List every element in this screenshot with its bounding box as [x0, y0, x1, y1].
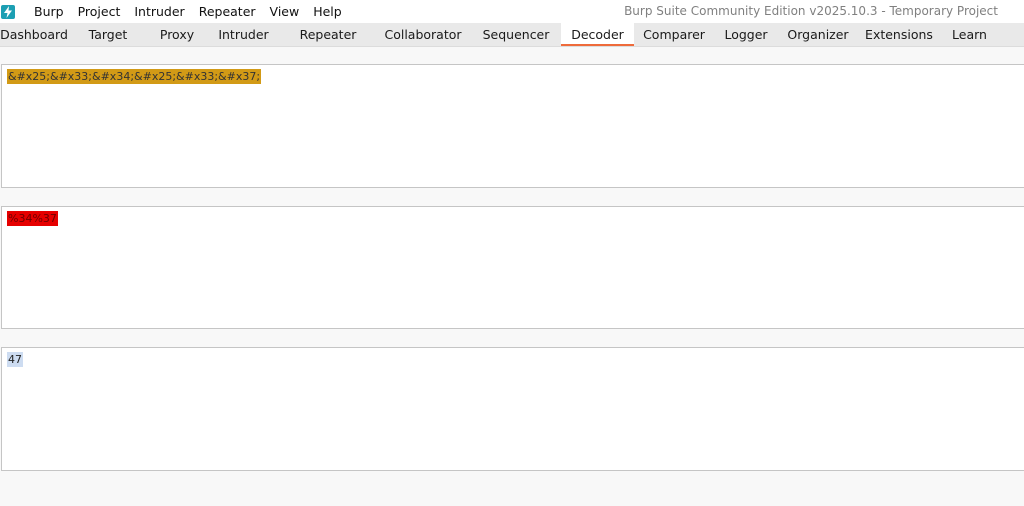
window-title: Burp Suite Community Edition v2025.10.3 …: [624, 4, 998, 18]
main-tab-bar: Dashboard Target Proxy Intruder Repeater…: [0, 23, 1024, 47]
menu-intruder[interactable]: Intruder: [127, 0, 191, 23]
tab-intruder[interactable]: Intruder: [206, 23, 281, 46]
tab-repeater[interactable]: Repeater: [281, 23, 375, 46]
menu-bar: Burp Project Intruder Repeater View Help…: [0, 0, 1024, 23]
decoder-output-panel-1[interactable]: %34%37: [1, 206, 1024, 329]
menu-help[interactable]: Help: [306, 0, 349, 23]
decoder-text-url-encoded[interactable]: %34%37: [7, 211, 58, 226]
tab-comparer[interactable]: Comparer: [634, 23, 714, 46]
menu-burp[interactable]: Burp: [27, 0, 71, 23]
menu-view[interactable]: View: [263, 0, 307, 23]
decoder-input-panel[interactable]: &#x25;&#x33;&#x34;&#x25;&#x33;&#x37;: [1, 64, 1024, 188]
decoder-output-panel-2[interactable]: 47: [1, 347, 1024, 471]
tab-decoder[interactable]: Decoder: [561, 23, 634, 46]
burp-suite-window: Burp Project Intruder Repeater View Help…: [0, 0, 1024, 506]
decoder-text-decoded[interactable]: 47: [7, 352, 23, 367]
tab-dashboard[interactable]: Dashboard: [0, 23, 68, 46]
burp-lightning-icon: [1, 4, 15, 19]
tab-learn[interactable]: Learn: [940, 23, 999, 46]
menu-repeater[interactable]: Repeater: [192, 0, 263, 23]
tab-extensions[interactable]: Extensions: [858, 23, 940, 46]
tab-proxy[interactable]: Proxy: [148, 23, 206, 46]
tab-target[interactable]: Target: [68, 23, 148, 46]
tab-logger[interactable]: Logger: [714, 23, 778, 46]
tab-sequencer[interactable]: Sequencer: [471, 23, 561, 46]
tab-collaborator[interactable]: Collaborator: [375, 23, 471, 46]
tab-organizer[interactable]: Organizer: [778, 23, 858, 46]
decoder-text-html-entities[interactable]: &#x25;&#x33;&#x34;&#x25;&#x33;&#x37;: [7, 69, 262, 84]
menu-project[interactable]: Project: [71, 0, 128, 23]
